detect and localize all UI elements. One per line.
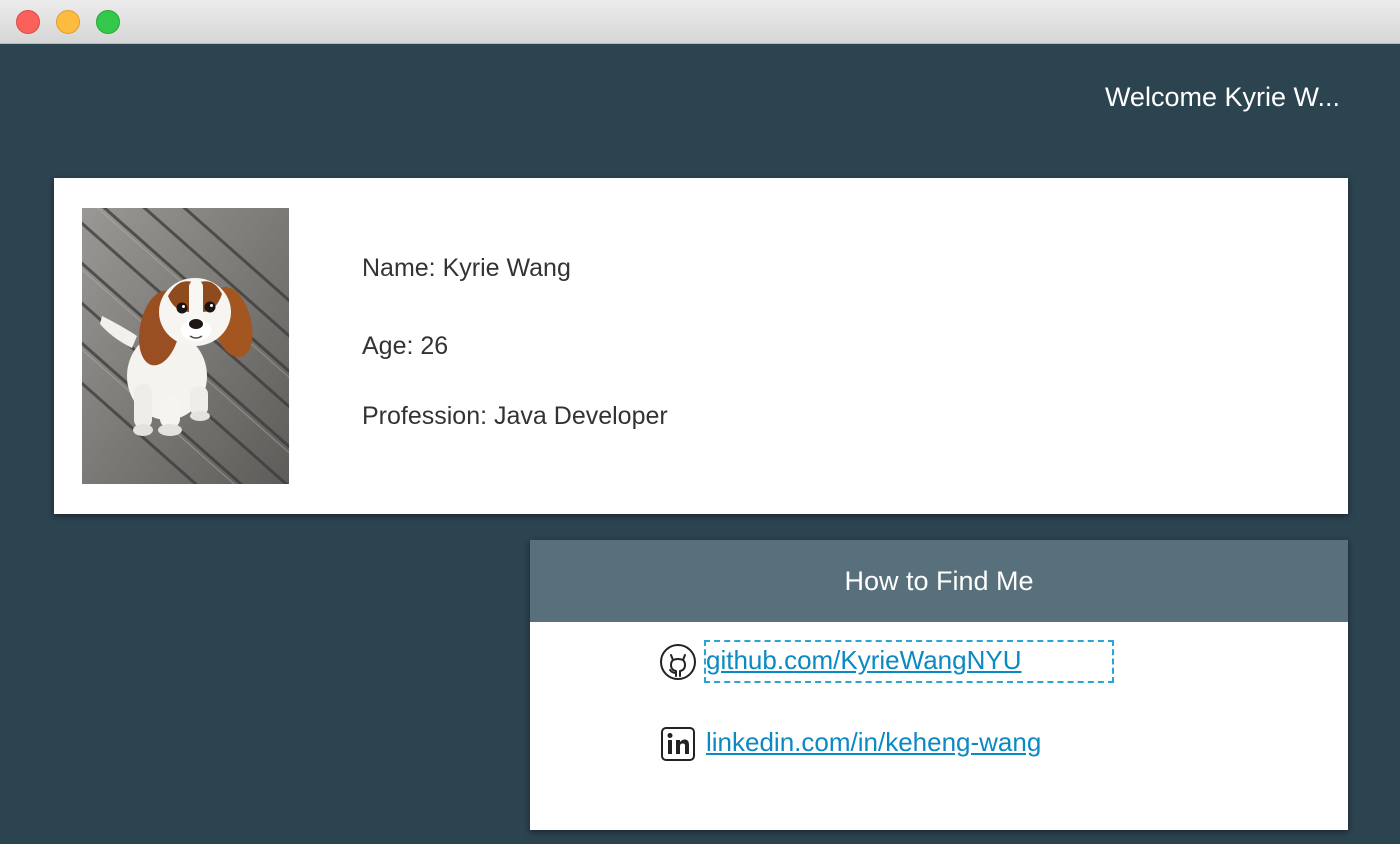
title-bar[interactable] xyxy=(0,0,1400,44)
zoom-window-button[interactable] xyxy=(96,10,120,34)
contact-row-github: github.com/KyrieWangNYU xyxy=(658,640,1114,683)
profile-name: Name: Kyrie Wang xyxy=(362,254,571,282)
profile-age: Age: 26 xyxy=(362,332,449,360)
profile-card: Name: Kyrie Wang Age: 26 Profession: Jav… xyxy=(54,178,1348,514)
app-window: Welcome Kyrie W... Name: Kyrie Wang Age:… xyxy=(0,0,1400,844)
contact-row-linkedin: linkedin.com/in/keheng-wang xyxy=(658,722,1043,765)
profile-photo xyxy=(82,208,289,484)
linkedin-icon xyxy=(658,724,698,764)
github-icon xyxy=(658,642,698,682)
github-link[interactable]: github.com/KyrieWangNYU xyxy=(704,640,1114,683)
contact-card-title: How to Find Me xyxy=(530,540,1348,622)
linkedin-link[interactable]: linkedin.com/in/keheng-wang xyxy=(704,722,1043,765)
contact-card: How to Find Me github.com/KyrieWangNYU l… xyxy=(530,540,1348,830)
profile-profession: Profession: Java Developer xyxy=(362,402,668,430)
minimize-window-button[interactable] xyxy=(56,10,80,34)
welcome-label: Welcome Kyrie W... xyxy=(1104,82,1340,112)
close-window-button[interactable] xyxy=(16,10,40,34)
